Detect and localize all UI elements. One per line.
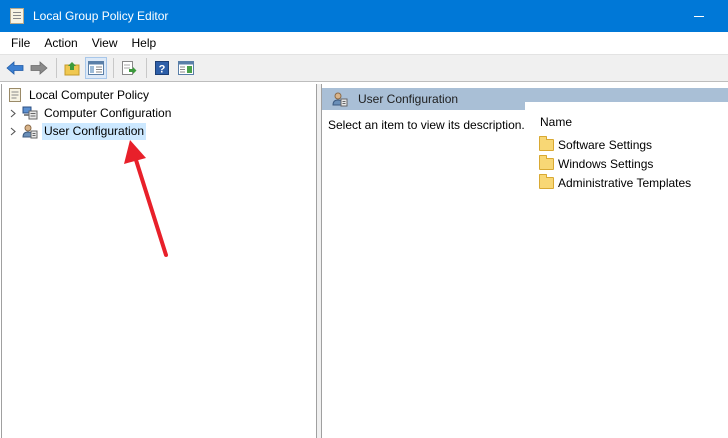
tree-item-label: Computer Configuration: [44, 105, 172, 120]
list-item-label: Software Settings: [558, 138, 653, 152]
toolbar: ?: [0, 54, 728, 82]
policy-editor-icon: [10, 8, 24, 24]
console-view-icon: [178, 61, 194, 75]
menu-help[interactable]: Help: [125, 33, 164, 53]
help-icon: ?: [155, 61, 169, 76]
show-hide-tree-button[interactable]: [85, 57, 107, 79]
policy-document-icon: [7, 87, 23, 103]
column-header-name[interactable]: Name: [540, 115, 572, 129]
folder-icon: [539, 136, 554, 151]
folder-icon: [539, 174, 554, 189]
list-item-windows-settings[interactable]: Windows Settings: [539, 155, 653, 173]
list-item-label: Administrative Templates: [558, 176, 692, 190]
toolbar-separator: [113, 58, 114, 78]
forward-icon: [30, 61, 48, 75]
menu-view[interactable]: View: [85, 33, 125, 53]
menu-bar: File Action View Help: [0, 32, 728, 54]
toolbar-separator: [146, 58, 147, 78]
tree-item-user-configuration[interactable]: User Configuration: [8, 122, 147, 140]
export-list-button[interactable]: [118, 57, 140, 79]
computer-icon: [22, 105, 38, 121]
svg-text:?: ?: [159, 64, 166, 76]
help-button[interactable]: ?: [151, 57, 173, 79]
forward-button[interactable]: [28, 57, 50, 79]
minimize-button[interactable]: [692, 9, 706, 23]
list-item-software-settings[interactable]: Software Settings: [539, 136, 652, 154]
list-item-administrative-templates[interactable]: Administrative Templates: [539, 174, 691, 192]
user-icon: [22, 123, 38, 139]
details-pane[interactable]: User Configuration Select an item to vie…: [321, 84, 728, 438]
tree-item-root[interactable]: Local Computer Policy: [7, 86, 151, 104]
up-one-level-button[interactable]: [61, 57, 83, 79]
tree-item-computer-configuration[interactable]: Computer Configuration: [8, 104, 173, 122]
tree-root-label: Local Computer Policy: [29, 87, 150, 102]
list-item-label: Windows Settings: [558, 157, 654, 171]
menu-file[interactable]: File: [4, 33, 37, 53]
title-bar: Local Group Policy Editor: [0, 0, 728, 32]
item-description: Select an item to view its description.: [328, 118, 525, 132]
window-title: Local Group Policy Editor: [33, 9, 169, 23]
tree-item-label: User Configuration: [42, 122, 147, 140]
expand-chevron-icon[interactable]: [8, 108, 18, 118]
settings-list: Name Software Settings Windows Settings …: [525, 102, 728, 438]
details-header-title: User Configuration: [358, 92, 459, 106]
user-icon: [332, 91, 348, 107]
show-hide-tree-icon: [88, 61, 104, 75]
up-folder-icon: [64, 62, 80, 76]
expand-chevron-icon[interactable]: [8, 126, 18, 136]
console-tree-pane[interactable]: Local Computer Policy Computer Configura…: [1, 84, 317, 438]
console-view-button[interactable]: [175, 57, 197, 79]
export-list-icon: [122, 61, 137, 75]
back-icon: [6, 61, 24, 75]
toolbar-separator: [56, 58, 57, 78]
back-button[interactable]: [4, 57, 26, 79]
menu-action[interactable]: Action: [37, 33, 84, 53]
folder-icon: [539, 155, 554, 170]
